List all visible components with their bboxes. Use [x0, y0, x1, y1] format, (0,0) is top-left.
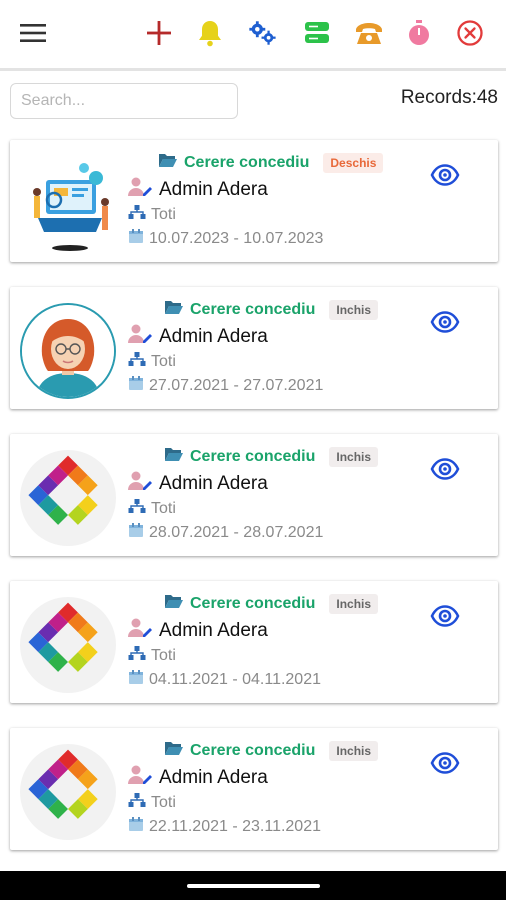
request-card[interactable]: Cerere concediu Deschis Admin Adera Toti… — [10, 140, 498, 262]
category-line: Cerere concediu Inchis — [164, 446, 379, 467]
view-eye-icon[interactable] — [430, 748, 460, 778]
home-gesture-pill[interactable] — [187, 884, 320, 888]
date-range: 04.11.2021 - 04.11.2021 — [149, 670, 321, 688]
folder-open-icon — [164, 299, 184, 320]
user-edit-icon — [128, 176, 154, 203]
view-eye-icon[interactable] — [430, 307, 460, 337]
request-card[interactable]: Cerere concediu Inchis Admin Adera Toti … — [10, 581, 498, 703]
department-name: Toti — [151, 205, 176, 223]
search-row: Records:48 — [0, 71, 506, 131]
department-row: Toti — [128, 351, 176, 372]
folder-open-icon — [164, 446, 184, 467]
user-edit-icon — [128, 470, 154, 497]
records-count: Records:48 — [400, 87, 498, 108]
requester-name: Admin Adera — [159, 472, 268, 494]
requester-name: Admin Adera — [159, 325, 268, 347]
sitemap-icon — [128, 645, 146, 666]
bell-icon[interactable] — [195, 16, 225, 50]
adera-logo-avatar — [20, 450, 116, 546]
status-badge: Inchis — [329, 299, 379, 320]
server-icon[interactable] — [302, 16, 332, 50]
add-icon[interactable] — [144, 16, 174, 50]
date-row: 22.11.2021 - 23.11.2021 — [128, 816, 321, 837]
stopwatch-icon[interactable] — [404, 16, 434, 50]
requester-row: Admin Adera — [128, 176, 268, 203]
date-range: 28.07.2021 - 28.07.2021 — [149, 523, 324, 541]
workspace-illustration-avatar — [20, 156, 116, 252]
category-text: Cerere concediu — [190, 741, 316, 759]
requester-row: Admin Adera — [128, 764, 268, 791]
department-name: Toti — [151, 499, 176, 517]
app-toolbar — [0, 0, 506, 71]
category-text: Cerere concediu — [190, 300, 316, 318]
calendar-icon — [128, 816, 144, 837]
sitemap-icon — [128, 204, 146, 225]
calendar-icon — [128, 669, 144, 690]
requester-name: Admin Adera — [159, 766, 268, 788]
system-navigation-bar — [0, 871, 506, 900]
settings-gears-icon[interactable] — [247, 16, 277, 50]
requester-name: Admin Adera — [159, 619, 268, 641]
category-line: Cerere concediu Inchis — [164, 740, 379, 761]
date-range: 10.07.2023 - 10.07.2023 — [149, 229, 324, 247]
sitemap-icon — [128, 351, 146, 372]
category-text: Cerere concediu — [190, 447, 316, 465]
request-card[interactable]: Cerere concediu Inchis Admin Adera Toti … — [10, 434, 498, 556]
close-circle-icon[interactable] — [455, 16, 485, 50]
department-row: Toti — [128, 204, 176, 225]
user-edit-icon — [128, 764, 154, 791]
status-badge: Inchis — [329, 446, 379, 467]
department-row: Toti — [128, 498, 176, 519]
folder-open-icon — [164, 740, 184, 761]
date-row: 28.07.2021 - 28.07.2021 — [128, 522, 323, 543]
user-edit-icon — [128, 323, 154, 350]
calendar-icon — [128, 228, 144, 249]
category-line: Cerere concediu Deschis — [158, 152, 384, 173]
folder-open-icon — [164, 593, 184, 614]
user-edit-icon — [128, 617, 154, 644]
adera-logo-avatar — [20, 597, 116, 693]
calendar-icon — [128, 375, 144, 396]
request-card[interactable]: Cerere concediu Inchis Admin Adera Toti … — [10, 728, 498, 850]
view-eye-icon[interactable] — [430, 160, 460, 190]
category-text: Cerere concediu — [184, 153, 310, 171]
department-name: Toti — [151, 352, 176, 370]
date-row: 10.07.2023 - 10.07.2023 — [128, 228, 323, 249]
adera-logo-avatar — [20, 744, 116, 840]
woman-avatar — [20, 303, 116, 399]
view-eye-icon[interactable] — [430, 601, 460, 631]
sitemap-icon — [128, 498, 146, 519]
date-row: 04.11.2021 - 04.11.2021 — [128, 669, 321, 690]
department-name: Toti — [151, 793, 176, 811]
requester-name: Admin Adera — [159, 178, 268, 200]
category-text: Cerere concediu — [190, 594, 316, 612]
calendar-icon — [128, 522, 144, 543]
date-range: 22.11.2021 - 23.11.2021 — [149, 817, 321, 835]
department-row: Toti — [128, 645, 176, 666]
category-line: Cerere concediu Inchis — [164, 299, 379, 320]
view-eye-icon[interactable] — [430, 454, 460, 484]
menu-icon[interactable] — [18, 16, 48, 50]
department-row: Toti — [128, 792, 176, 813]
sitemap-icon — [128, 792, 146, 813]
category-line: Cerere concediu Inchis — [164, 593, 379, 614]
date-range: 27.07.2021 - 27.07.2021 — [149, 376, 324, 394]
requester-row: Admin Adera — [128, 323, 268, 350]
phone-icon[interactable] — [354, 16, 384, 50]
request-card[interactable]: Cerere concediu Inchis Admin Adera Toti … — [10, 287, 498, 409]
status-badge: Deschis — [323, 152, 384, 173]
date-row: 27.07.2021 - 27.07.2021 — [128, 375, 323, 396]
status-badge: Inchis — [329, 593, 379, 614]
status-badge: Inchis — [329, 740, 379, 761]
requester-row: Admin Adera — [128, 617, 268, 644]
search-input[interactable] — [10, 83, 238, 119]
folder-open-icon — [158, 152, 178, 173]
requester-row: Admin Adera — [128, 470, 268, 497]
department-name: Toti — [151, 646, 176, 664]
